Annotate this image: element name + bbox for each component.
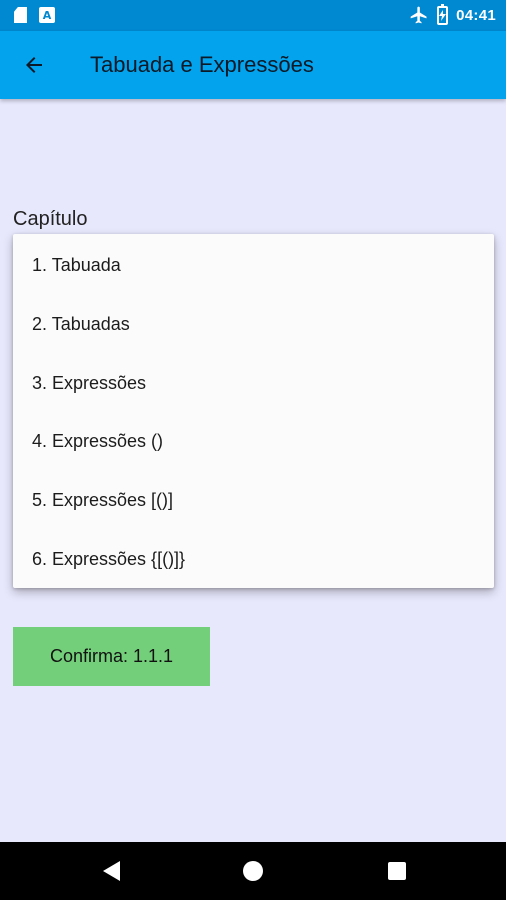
- sd-card-icon: [14, 7, 27, 23]
- back-triangle-icon: [103, 861, 120, 881]
- menu-item-expressoes-colchetes[interactable]: 5. Expressões [()]: [13, 471, 494, 530]
- menu-item-tabuada[interactable]: 1. Tabuada: [13, 236, 494, 295]
- chapter-dropdown-menu: 1. Tabuada 2. Tabuadas 3. Expressões 4. …: [13, 234, 494, 588]
- battery-charging-icon: [437, 3, 449, 25]
- home-circle-icon: [243, 861, 263, 881]
- nav-back-button[interactable]: [99, 859, 123, 883]
- back-button[interactable]: [16, 47, 52, 83]
- app-bar: Tabuada e Expressões: [0, 31, 506, 99]
- page-title: Tabuada e Expressões: [90, 52, 314, 77]
- menu-item-expressoes-parenteses[interactable]: 4. Expressões (): [13, 412, 494, 471]
- system-nav-bar: [0, 842, 506, 900]
- nav-home-button[interactable]: [241, 859, 265, 883]
- menu-item-expressoes[interactable]: 3. Expressões: [13, 354, 494, 413]
- arrow-left-icon: [26, 57, 42, 73]
- menu-item-tabuadas[interactable]: 2. Tabuadas: [13, 295, 494, 354]
- airplane-mode-icon: [410, 6, 427, 24]
- menu-item-expressoes-chaves[interactable]: 6. Expressões {[()]}: [13, 530, 494, 589]
- recents-square-icon: [388, 862, 406, 880]
- nav-recents-button[interactable]: [385, 859, 409, 883]
- status-bar: A 04:41: [0, 0, 506, 31]
- chapter-label: Capítulo: [13, 208, 88, 230]
- clock: 04:41: [456, 6, 496, 24]
- confirm-button[interactable]: Confirma: 1.1.1: [13, 627, 210, 686]
- a-notification-icon: A: [39, 7, 55, 23]
